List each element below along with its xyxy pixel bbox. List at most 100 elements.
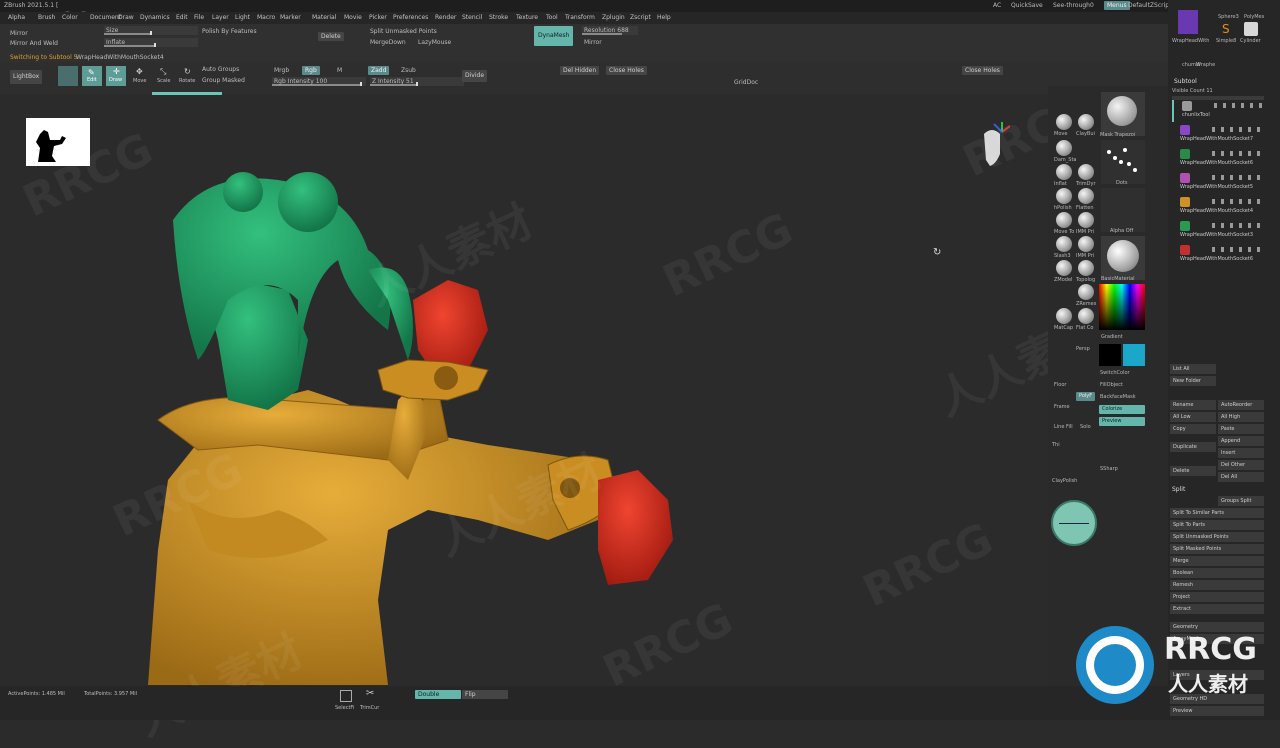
subtool-new-folder-button[interactable]: New Folder [1170, 376, 1216, 386]
solo-button[interactable]: Solo [1080, 424, 1091, 430]
menu-draw[interactable]: Draw [118, 14, 134, 21]
close-holes-button[interactable]: Close Holes [606, 66, 647, 75]
brush-button-7[interactable] [1056, 212, 1072, 228]
brush-curve-preview[interactable] [1051, 500, 1097, 546]
subtool-visibility-icons-1[interactable] [1212, 127, 1262, 132]
subtool-row-5[interactable]: WrapHeadWithMouthSocket3 [1172, 220, 1264, 242]
brush-button-2[interactable] [1056, 140, 1072, 156]
menus-toggle[interactable]: Menus [1104, 1, 1130, 10]
subtool-visibility-icons-3[interactable] [1212, 175, 1262, 180]
colorize-button[interactable]: Colorize [1099, 405, 1145, 414]
close-holes-right-button[interactable]: Close Holes [962, 66, 1003, 75]
sculpt-model[interactable] [8, 100, 1048, 685]
menu-edit[interactable]: Edit [176, 14, 188, 21]
stroke-dots-button[interactable] [1101, 140, 1145, 184]
secondary-color-swatch[interactable] [1123, 344, 1145, 366]
menu-marker[interactable]: Marker [280, 14, 301, 21]
menu-stroke[interactable]: Stroke [489, 14, 508, 21]
rotate-mode-button[interactable]: ↻ Rotate [178, 66, 198, 86]
zscript-label[interactable]: DefaultZScript [1128, 2, 1171, 10]
subtool-split-similar-button[interactable]: Split To Similar Parts [1170, 508, 1264, 518]
edit-mode-button[interactable]: Edit ✎ [82, 66, 102, 86]
mrgb-button[interactable]: Mrgb [274, 67, 289, 75]
menu-brush[interactable]: Brush [38, 14, 55, 21]
brush-button-13[interactable] [1078, 284, 1094, 300]
menu-light[interactable]: Light [235, 14, 250, 21]
subtool-geometry-button[interactable]: Geometry [1170, 622, 1264, 632]
move-mode-button[interactable]: ✥ Move [130, 66, 150, 86]
see-through-slider[interactable]: See-through [1053, 2, 1090, 10]
divide-button[interactable]: Divide [462, 70, 488, 82]
subtool-auto-reorder-button[interactable]: AutoReorder [1218, 400, 1264, 410]
menu-transform[interactable]: Transform [565, 14, 595, 21]
polyframe-button[interactable]: PolyF [1076, 392, 1096, 401]
scale-mode-button[interactable]: ⤡ Scale [154, 66, 174, 86]
trim-curve-icon[interactable]: ✂ [366, 688, 374, 699]
menu-texture[interactable]: Texture [516, 14, 538, 21]
dynamesh-mirror-button[interactable]: Mirror [584, 39, 602, 47]
subtool-insert-button[interactable]: Insert [1218, 448, 1264, 458]
subtool-copy-button[interactable]: Copy [1170, 424, 1216, 434]
subtool-row-2[interactable]: WrapHeadWithMouthSocket6 [1172, 148, 1264, 170]
subtool-remesh-button[interactable]: Remesh [1170, 580, 1264, 590]
menu-render[interactable]: Render [435, 14, 456, 21]
menu-zplugin[interactable]: Zplugin [602, 14, 625, 21]
draw-mode-button[interactable]: Draw ✛ [106, 66, 126, 86]
group-masked-button[interactable]: Group Masked [202, 77, 245, 85]
mirror-button[interactable]: Mirror [10, 30, 28, 38]
subtool-delete-button[interactable]: Delete [1170, 466, 1216, 476]
subtool-rename-button[interactable]: Rename [1170, 400, 1216, 410]
dynamesh-button[interactable]: DynaMesh [534, 26, 574, 46]
merge-down-button[interactable]: MergeDown [370, 39, 406, 47]
menu-document[interactable]: Document [90, 14, 121, 21]
split-section-header[interactable]: Split [1172, 486, 1185, 494]
subtool-row-3[interactable]: WrapHeadWithMouthSocket5 [1172, 172, 1264, 194]
subtool-duplicate-button[interactable]: Duplicate [1170, 442, 1216, 452]
fill-object-button[interactable]: FillObject [1100, 382, 1123, 388]
auto-groups-button[interactable]: Auto Groups [202, 66, 239, 74]
subtool-visibility-icons-5[interactable] [1212, 223, 1262, 228]
quicksave-button[interactable]: QuickSave [1011, 2, 1043, 10]
zsub-button[interactable]: Zsub [401, 67, 416, 75]
subtool-extract-button[interactable]: Extract [1170, 604, 1264, 614]
orientation-gizmo[interactable] [974, 120, 1011, 176]
color-picker[interactable] [1099, 284, 1145, 330]
menu-color[interactable]: Color [62, 14, 78, 21]
floor-button[interactable]: Floor [1054, 382, 1066, 388]
menu-zscript[interactable]: Zscript [630, 14, 651, 21]
persp-button[interactable]: Persp [1076, 346, 1090, 352]
brush-button-6[interactable] [1078, 188, 1094, 204]
menu-tool[interactable]: Tool [546, 14, 558, 21]
brush-button-5[interactable] [1056, 188, 1072, 204]
subtool-del-all-button[interactable]: Del All [1218, 472, 1264, 482]
menu-movie[interactable]: Movie [344, 14, 362, 21]
menu-stencil[interactable]: Stencil [462, 14, 482, 21]
subtool-header[interactable]: Subtool [1174, 78, 1197, 86]
subtool-visibility-icons-4[interactable] [1212, 199, 1262, 204]
menu-file[interactable]: File [194, 14, 204, 21]
zadd-button[interactable]: Zadd [368, 66, 390, 75]
material-button[interactable] [1101, 236, 1145, 280]
mirror-and-weld-button[interactable]: Mirror And Weld [10, 40, 58, 48]
subtool-preview-button[interactable]: Preview [1170, 706, 1264, 716]
line-fill-button[interactable]: Line Fill [1054, 424, 1073, 430]
frame-button[interactable]: Frame [1054, 404, 1070, 410]
brush-button-3[interactable] [1056, 164, 1072, 180]
subtool-project-button[interactable]: Project [1170, 592, 1264, 602]
switch-color-button[interactable]: SwitchColor [1100, 370, 1130, 376]
brush-button-14[interactable] [1056, 308, 1072, 324]
lightbox-button[interactable]: LightBox [10, 70, 43, 84]
subtool-split-masked-button[interactable]: Split Masked Points [1170, 544, 1264, 554]
brush-button-9[interactable] [1056, 236, 1072, 252]
subtool-visibility-icons-0[interactable] [1214, 103, 1264, 108]
split-unmasked-button[interactable]: Split Unmasked Points [370, 28, 437, 36]
subtool-merge-button[interactable]: Merge [1170, 556, 1264, 566]
menu-picker[interactable]: Picker [369, 14, 387, 21]
alpha-off-button[interactable] [1101, 188, 1145, 232]
menu-layer[interactable]: Layer [212, 14, 229, 21]
preview-thumb-button[interactable] [58, 66, 78, 86]
menu-dynamics[interactable]: Dynamics [140, 14, 170, 21]
menu-material[interactable]: Material [312, 14, 336, 21]
subtool-split-unmasked-button[interactable]: Split Unmasked Points [1170, 532, 1264, 542]
lazy-mouse-button[interactable]: LazyMouse [418, 39, 451, 47]
